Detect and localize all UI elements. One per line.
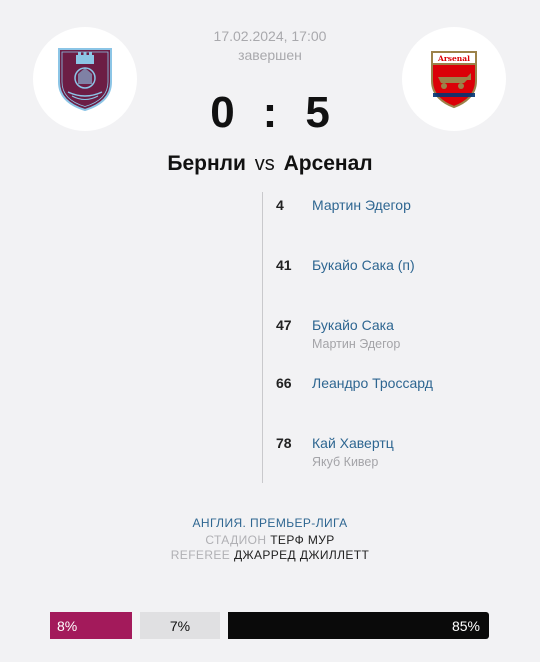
score-separator: :: [262, 88, 278, 137]
referee-value: ДЖАРРЕД ДЖИЛЛЕТТ: [233, 548, 370, 562]
goal-minute: 78: [276, 435, 292, 451]
referee-label: REFEREE: [170, 548, 231, 562]
goal-minute: 4: [276, 197, 284, 213]
goal-minute: 66: [276, 375, 292, 391]
goal-minute: 47: [276, 317, 292, 333]
goal-assist: Мартин Эдегор: [312, 337, 401, 351]
home-team-name[interactable]: Бернли: [167, 152, 246, 175]
stadium-row: СТАДИОН ТЕРФ МУР: [0, 533, 540, 547]
goal-scorer-link[interactable]: Букайо Сака: [312, 317, 394, 333]
referee-row: REFEREE ДЖАРРЕД ДЖИЛЛЕТТ: [0, 548, 540, 562]
teams-title: Бернли vs Арсенал: [0, 152, 540, 176]
goals-timeline-divider: [262, 192, 263, 483]
away-team-name[interactable]: Арсенал: [284, 152, 373, 175]
home-win-odds-bar[interactable]: 8%: [50, 612, 132, 639]
home-score: 0: [210, 88, 235, 137]
stadium-label: СТАДИОН: [205, 533, 267, 547]
vs-label: vs: [254, 153, 275, 175]
match-status: завершен: [238, 47, 302, 63]
league-link[interactable]: АНГЛИЯ. ПРЕМЬЕР-ЛИГА: [0, 516, 540, 530]
away-win-odds-bar[interactable]: 85%: [228, 612, 489, 639]
home-win-percent: 8%: [57, 617, 78, 634]
away-win-percent: 85%: [451, 617, 480, 634]
away-score: 5: [305, 88, 330, 137]
draw-percent: 7%: [169, 617, 191, 634]
goal-scorer-link[interactable]: Мартин Эдегор: [312, 197, 411, 213]
goal-scorer-link[interactable]: Кай Хавертц: [312, 435, 394, 451]
draw-odds-bar[interactable]: 7%: [140, 612, 220, 639]
match-datetime: 17.02.2024, 17:00: [213, 28, 327, 44]
goal-scorer-link[interactable]: Букайо Сака (п): [312, 257, 415, 273]
goal-minute: 41: [276, 257, 292, 273]
goal-assist: Якуб Кивер: [312, 455, 379, 469]
stadium-value: ТЕРФ МУР: [270, 533, 335, 547]
goal-scorer-link[interactable]: Леандро Троссард: [312, 375, 433, 391]
scoreboard: 0:5: [0, 88, 540, 138]
